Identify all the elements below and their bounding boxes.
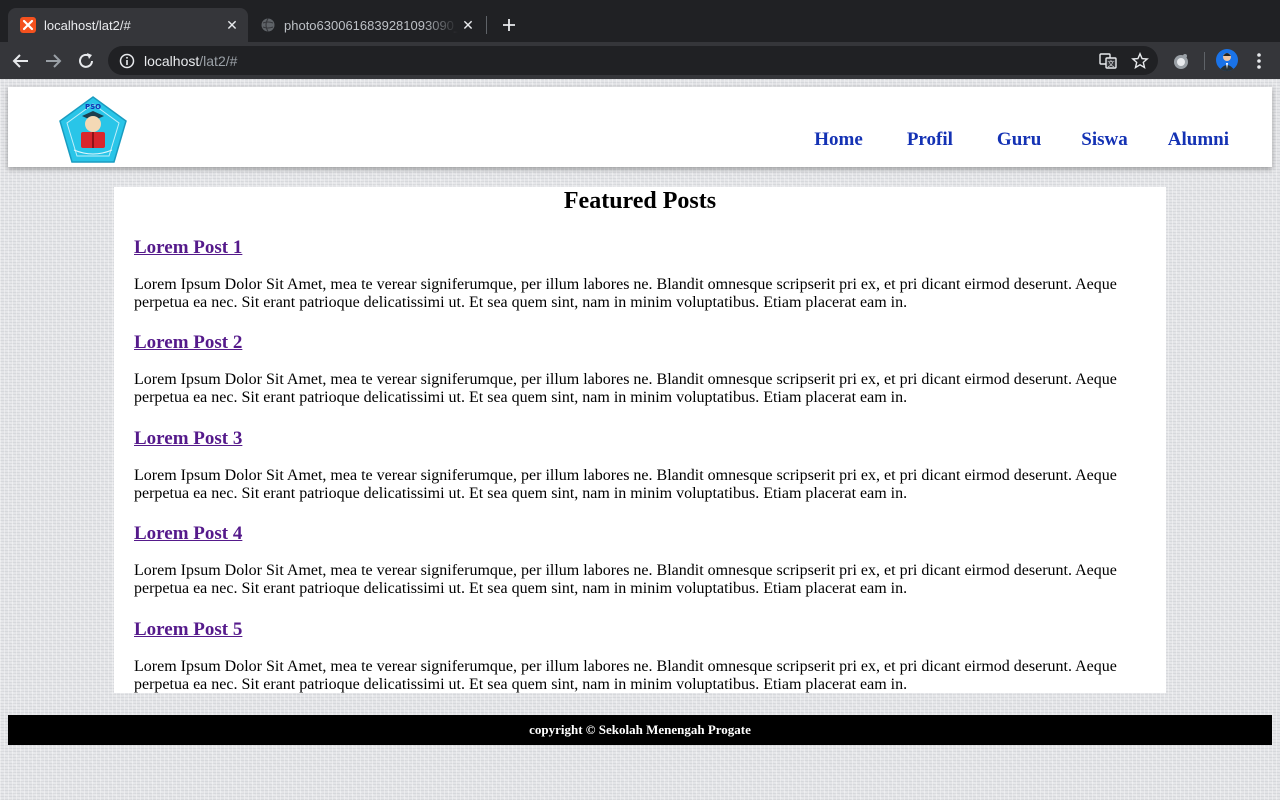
post-title-link[interactable]: Lorem Post 5 <box>134 619 242 640</box>
close-tab-icon[interactable]: ✕ <box>458 15 478 35</box>
tab-title: localhost/lat2/# <box>44 17 131 33</box>
post-item: Lorem Post 4 Lorem Ipsum Dolor Sit Amet,… <box>114 523 1166 598</box>
tab-title: photo6300616839281093090_x.jpg <box>284 17 458 33</box>
profile-avatar[interactable] <box>1216 49 1238 71</box>
post-title-link[interactable]: Lorem Post 4 <box>134 523 242 544</box>
reload-button[interactable] <box>73 48 99 74</box>
post-title: Lorem Post 1 <box>134 237 1146 259</box>
browser-tab-inactive[interactable]: photo6300616839281093090_x.jpg ✕ <box>252 8 484 42</box>
post-title-link[interactable]: Lorem Post 3 <box>134 428 242 449</box>
star-icon[interactable] <box>1130 51 1150 71</box>
post-item: Lorem Post 3 Lorem Ipsum Dolor Sit Amet,… <box>114 428 1166 503</box>
translate-icon[interactable]: 文 <box>1098 51 1118 71</box>
svg-text:PSO: PSO <box>85 103 101 111</box>
post-body: Lorem Ipsum Dolor Sit Amet, mea te verea… <box>134 658 1117 693</box>
post-body: Lorem Ipsum Dolor Sit Amet, mea te verea… <box>134 562 1117 597</box>
new-tab-button[interactable] <box>498 14 520 36</box>
post-title-link[interactable]: Lorem Post 2 <box>134 332 242 353</box>
site-header: PSO Home Profil Guru Siswa Alumni <box>8 87 1272 167</box>
post-body: Lorem Ipsum Dolor Sit Amet, mea te verea… <box>134 276 1117 311</box>
nav-guru[interactable]: Guru <box>997 129 1041 151</box>
tab-divider <box>486 16 487 34</box>
section-heading: Featured Posts <box>563 188 717 214</box>
browser-tab-active[interactable]: localhost/lat2/# ✕ <box>8 8 248 42</box>
toolbar-divider <box>1204 52 1205 70</box>
globe-icon <box>260 17 276 33</box>
close-tab-icon[interactable]: ✕ <box>222 15 242 35</box>
browser-tab-bar: localhost/lat2/# ✕ photo6300616839281093… <box>0 0 1280 42</box>
post-item: Lorem Post 2 Lorem Ipsum Dolor Sit Amet,… <box>114 332 1166 407</box>
site-footer: copyright © Sekolah Menengah Progate <box>8 715 1272 745</box>
back-button[interactable] <box>8 48 34 74</box>
post-body: Lorem Ipsum Dolor Sit Amet, mea te verea… <box>134 467 1117 502</box>
extension-icon[interactable] <box>1168 48 1194 74</box>
url-text: localhost/lat2/# <box>144 52 238 69</box>
featured-posts-section: Featured Posts Lorem Post 1 Lorem Ipsum … <box>114 187 1166 693</box>
post-title: Lorem Post 5 <box>134 619 1146 641</box>
xampp-icon <box>20 17 36 33</box>
menu-kebab-icon[interactable] <box>1246 48 1272 74</box>
info-icon[interactable] <box>118 52 136 70</box>
address-bar[interactable]: localhost/lat2/# 文 <box>108 46 1158 75</box>
post-title: Lorem Post 4 <box>134 523 1146 545</box>
arrow-left-icon <box>12 54 28 68</box>
nav-siswa[interactable]: Siswa <box>1081 129 1127 151</box>
post-item: Lorem Post 5 Lorem Ipsum Dolor Sit Amet,… <box>114 619 1166 693</box>
post-item: Lorem Post 1 Lorem Ipsum Dolor Sit Amet,… <box>114 237 1166 312</box>
post-body: Lorem Ipsum Dolor Sit Amet, mea te verea… <box>134 371 1117 406</box>
post-title: Lorem Post 2 <box>134 332 1146 354</box>
copyright-text: copyright © Sekolah Menengah Progate <box>529 722 751 737</box>
svg-text:文: 文 <box>1108 59 1115 68</box>
reload-icon <box>79 53 93 68</box>
main-nav: Home Profil Guru Siswa Alumni <box>814 129 1272 151</box>
nav-home[interactable]: Home <box>814 129 863 151</box>
plus-icon <box>503 19 515 31</box>
post-title-link[interactable]: Lorem Post 1 <box>134 237 242 258</box>
arrow-right-icon <box>46 54 62 68</box>
forward-button[interactable] <box>40 48 66 74</box>
nav-alumni[interactable]: Alumni <box>1168 129 1229 151</box>
browser-toolbar: localhost/lat2/# 文 <box>0 42 1280 79</box>
school-logo: PSO <box>58 96 128 164</box>
post-title: Lorem Post 3 <box>134 428 1146 450</box>
nav-profil[interactable]: Profil <box>907 129 953 151</box>
page-viewport: PSO Home Profil Guru Siswa Alumni Featur… <box>0 79 1280 800</box>
